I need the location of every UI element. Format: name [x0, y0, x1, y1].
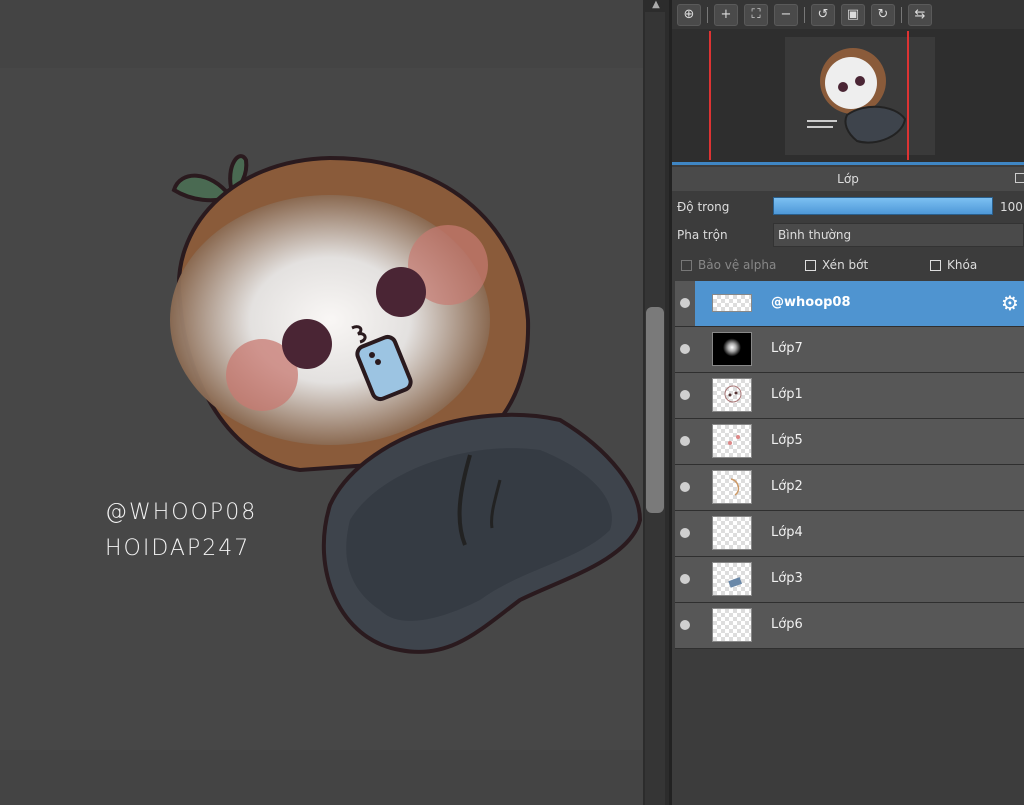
- visibility-column[interactable]: [675, 603, 695, 648]
- layer-thumbnail: [712, 562, 752, 596]
- layer-name: Lớp6: [771, 617, 803, 632]
- layer-row[interactable]: Lớp3: [675, 557, 1024, 603]
- layer-thumbnail: [712, 294, 752, 312]
- visibility-column[interactable]: [675, 281, 695, 326]
- lock-checkbox[interactable]: Khóa: [930, 258, 977, 272]
- fit-screen-icon[interactable]: ⛶: [744, 3, 768, 26]
- layer-thumbnail: [712, 470, 752, 504]
- visibility-icon[interactable]: [680, 298, 690, 308]
- watermark-line-2: HOIDAP247: [105, 536, 251, 561]
- layer-thumbnail: [712, 516, 752, 550]
- flip-horizontal-icon[interactable]: ⇆: [908, 3, 932, 26]
- right-panel: ⊕ + ⛶ − ↺ ▣ ↻ ⇆ Lớp Độ trong 100 Pha trộ…: [672, 0, 1024, 805]
- fullscreen-icon[interactable]: ▣: [841, 3, 865, 26]
- rotate-left-icon[interactable]: ↺: [811, 3, 835, 26]
- panel-separator: [672, 162, 1024, 165]
- panel-menu-icon[interactable]: [1015, 173, 1024, 183]
- layer-thumbnail: [712, 332, 752, 366]
- toolbar-separator: [901, 6, 902, 23]
- layer-name: Lớp5: [771, 433, 803, 448]
- visibility-icon[interactable]: [680, 482, 690, 492]
- checkbox-box[interactable]: [930, 259, 941, 271]
- artwork: [170, 154, 643, 654]
- visibility-icon[interactable]: [680, 390, 690, 400]
- layer-name: Lớp1: [771, 387, 803, 402]
- opacity-value: 100: [1000, 200, 1023, 214]
- visibility-icon[interactable]: [680, 528, 690, 538]
- checkbox-box[interactable]: [681, 259, 692, 271]
- blend-mode-select[interactable]: Bình thường: [773, 223, 1024, 247]
- toolbar-separator: [804, 6, 805, 23]
- layer-list: @whoop08 ⚙ Lớp7 Lớp1 Lớp5 Lớp2 Lớp4 Lớp3…: [675, 281, 1024, 649]
- visibility-icon[interactable]: [680, 436, 690, 446]
- visibility-icon[interactable]: [680, 620, 690, 630]
- visibility-column[interactable]: [675, 557, 695, 602]
- protect-alpha-label: Bảo vệ alpha: [698, 258, 777, 272]
- layer-row[interactable]: Lớp7: [675, 327, 1024, 373]
- checkbox-box[interactable]: [805, 259, 816, 271]
- visibility-icon[interactable]: [680, 344, 690, 354]
- watermark-line-1: @WHOOP08: [105, 500, 258, 525]
- visibility-column[interactable]: [675, 419, 695, 464]
- visibility-column[interactable]: [675, 373, 695, 418]
- lock-label: Khóa: [947, 258, 978, 272]
- zoom-out-icon[interactable]: −: [774, 3, 798, 26]
- layer-thumbnail: [712, 608, 752, 642]
- layer-name: Lớp3: [771, 571, 803, 586]
- layer-row[interactable]: Lớp5: [675, 419, 1024, 465]
- layer-row[interactable]: Lớp2: [675, 465, 1024, 511]
- clipping-checkbox[interactable]: Xén bớt: [805, 258, 868, 272]
- visibility-icon[interactable]: [680, 574, 690, 584]
- gear-icon[interactable]: ⚙: [1000, 293, 1020, 313]
- visibility-column[interactable]: [675, 511, 695, 556]
- drawing-canvas[interactable]: @WHOOP08 HOIDAP247: [0, 0, 643, 805]
- zoom-in-icon[interactable]: +: [714, 3, 738, 26]
- toolbar-separator: [707, 6, 708, 23]
- opacity-label: Độ trong: [677, 200, 730, 214]
- layer-row[interactable]: @whoop08 ⚙: [675, 281, 1024, 327]
- layer-name: Lớp2: [771, 479, 803, 494]
- layer-thumbnail: [712, 424, 752, 458]
- opacity-slider[interactable]: [773, 197, 993, 215]
- navigator-toolbar: ⊕ + ⛶ − ↺ ▣ ↻ ⇆: [672, 0, 1024, 29]
- layer-row[interactable]: Lớp6: [675, 603, 1024, 649]
- layer-row[interactable]: Lớp1: [675, 373, 1024, 419]
- canvas-vertical-scrollbar[interactable]: ▲: [643, 0, 669, 805]
- clipping-label: Xén bớt: [822, 258, 869, 272]
- navigator-view-frame[interactable]: [709, 31, 909, 160]
- scroll-thumb[interactable]: [646, 307, 664, 513]
- scroll-up-arrow-icon[interactable]: ▲: [648, 0, 664, 10]
- rotate-right-icon[interactable]: ↻: [871, 3, 895, 26]
- layer-row[interactable]: Lớp4: [675, 511, 1024, 557]
- layer-name: Lớp7: [771, 341, 803, 356]
- visibility-column[interactable]: [675, 465, 695, 510]
- layers-title-text: Lớp: [837, 172, 859, 186]
- layers-panel-title: Lớp: [672, 167, 1024, 191]
- layer-name: @whoop08: [771, 295, 851, 310]
- layer-thumbnail: [712, 378, 752, 412]
- visibility-column[interactable]: [675, 327, 695, 372]
- zoom-100-icon[interactable]: ⊕: [677, 3, 701, 26]
- navigator-preview[interactable]: [672, 29, 1024, 162]
- blend-mode-label: Pha trộn: [677, 228, 728, 242]
- layer-name: Lớp4: [771, 525, 803, 540]
- protect-alpha-checkbox[interactable]: Bảo vệ alpha: [681, 258, 776, 272]
